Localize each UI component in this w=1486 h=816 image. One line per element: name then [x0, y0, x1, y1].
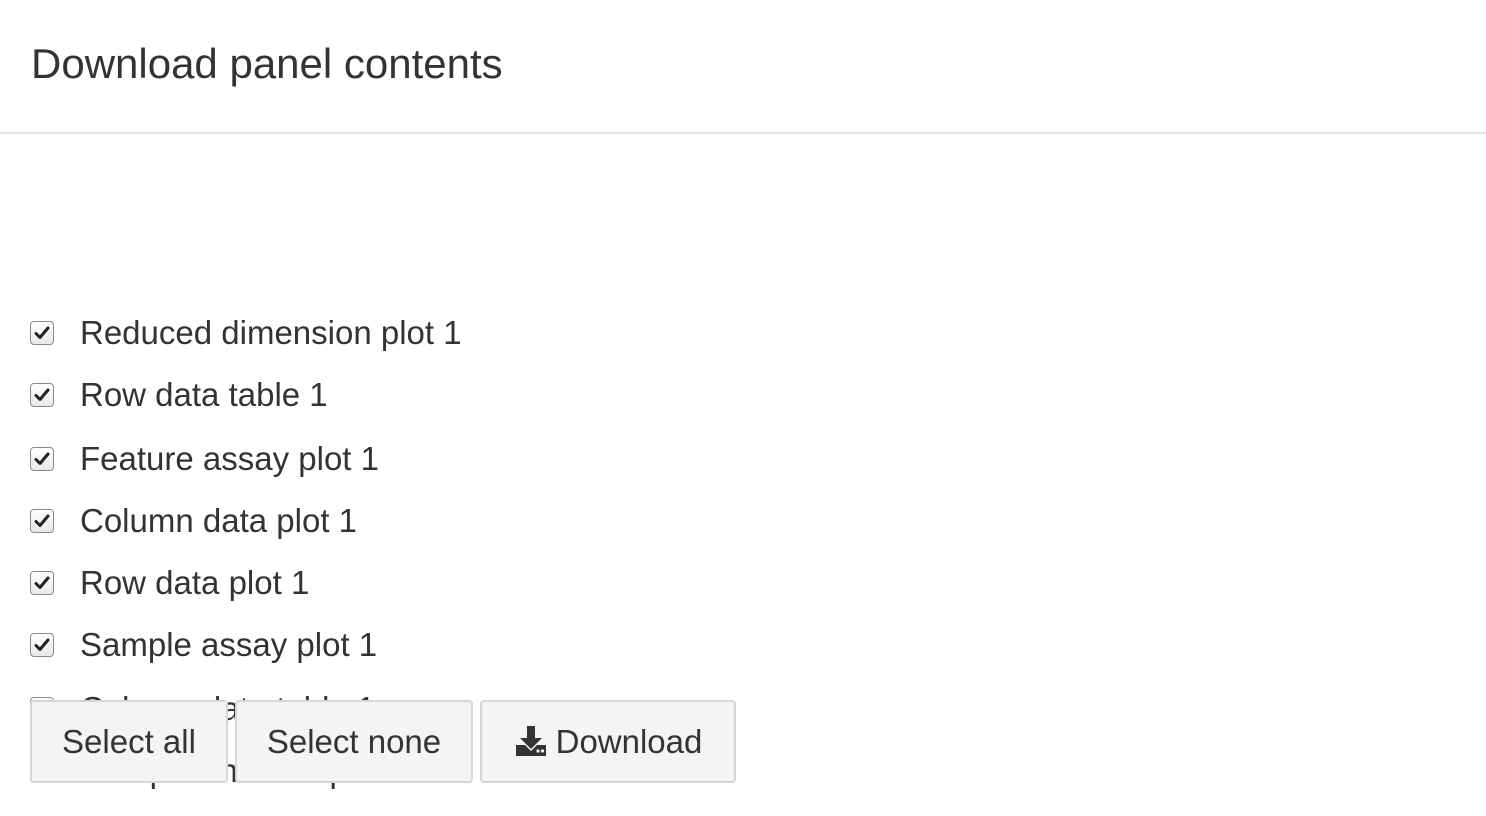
- check-icon: [34, 326, 50, 339]
- checkbox-item[interactable]: Column data plot 1: [30, 501, 357, 541]
- checkbox[interactable]: [30, 447, 54, 471]
- check-icon: [34, 514, 50, 527]
- select-none-button[interactable]: Select none: [235, 700, 473, 783]
- checkbox-label: Sample assay plot 1: [80, 626, 378, 663]
- checkbox-item[interactable]: Reduced dimension plot 1: [30, 313, 462, 353]
- checkbox[interactable]: [30, 633, 54, 657]
- checkbox-item[interactable]: Feature assay plot 1: [30, 439, 379, 479]
- check-icon: [34, 638, 50, 651]
- check-icon: [34, 452, 50, 465]
- modal-header: Download panel contents: [0, 0, 1486, 134]
- checkbox-label: Column data plot 1: [80, 502, 358, 539]
- check-icon: [34, 576, 50, 589]
- checkbox[interactable]: [30, 383, 54, 407]
- modal-title: Download panel contents: [31, 40, 503, 87]
- checkbox-label: Reduced dimension plot 1: [80, 314, 462, 351]
- checkbox-item[interactable]: Sample assay plot 1: [30, 625, 377, 665]
- button-row: Select all Select none Download: [30, 700, 736, 783]
- download-button[interactable]: Download: [480, 700, 736, 783]
- checkbox[interactable]: [30, 321, 54, 345]
- panel-checkbox-list: Reduced dimension plot 1 Row data table …: [0, 134, 1486, 789]
- checkbox-label: Row data plot 1: [80, 564, 310, 601]
- checkbox-item[interactable]: Row data plot 1: [30, 563, 309, 603]
- download-panel-modal: Download panel contents Reduced dimensio…: [0, 0, 1486, 816]
- check-icon: [34, 388, 50, 401]
- checkbox[interactable]: [30, 509, 54, 533]
- checkbox-label: Row data table 1: [80, 376, 328, 413]
- download-icon: [514, 724, 548, 758]
- checkbox-label: Feature assay plot 1: [80, 440, 379, 477]
- download-label: Download: [555, 722, 703, 760]
- checkbox[interactable]: [30, 571, 54, 595]
- checkbox-item[interactable]: Row data table 1: [30, 375, 328, 415]
- select-all-button[interactable]: Select all: [30, 700, 228, 783]
